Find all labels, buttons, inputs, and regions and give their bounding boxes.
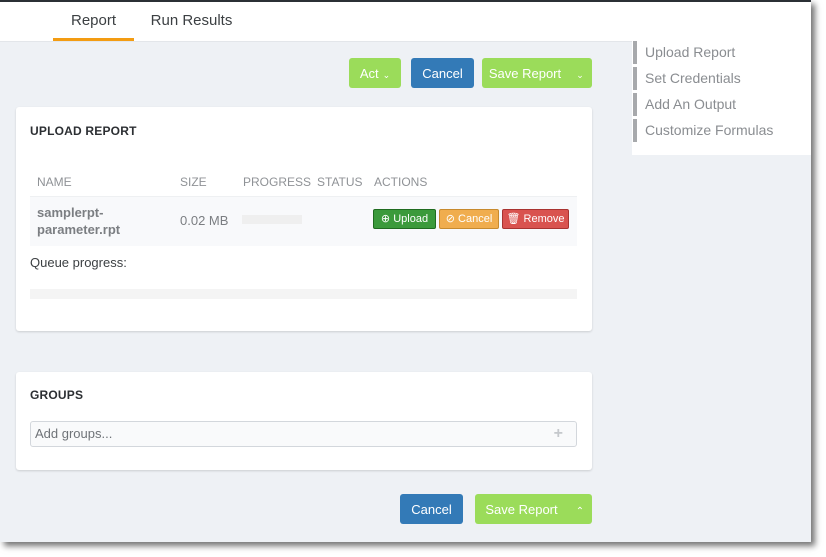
ban-icon: ⊘ <box>445 213 455 225</box>
file-size: 0.02 MB <box>180 213 229 228</box>
column-header-status: STATUS <box>317 175 363 189</box>
file-progress-bar <box>242 215 302 224</box>
chevron-up-icon: ⌃ <box>575 505 585 517</box>
nav-add-output[interactable]: Add An Output <box>633 93 805 116</box>
save-report-label: Save Report <box>488 65 562 81</box>
chevron-down-icon: ⌄ <box>576 69 584 80</box>
tab-report[interactable]: Report <box>53 2 134 41</box>
footer-save-label: Save Report <box>485 501 558 517</box>
cancel-file-label: Cancel <box>458 213 493 225</box>
cancel-file-button[interactable]: ⊘ Cancel <box>439 209 499 229</box>
upload-label: Upload <box>393 213 429 225</box>
section-nav: Upload Report Set Credentials Add An Out… <box>632 40 811 155</box>
column-header-progress: PROGRESS <box>243 175 312 189</box>
remove-label: Remove <box>523 213 565 225</box>
chevron-down-icon: ⌄ <box>382 69 391 80</box>
plus-circle-icon: ⊕ <box>380 213 391 225</box>
upload-report-card: UPLOAD REPORT NAME SIZE PROGRESS STATUS … <box>16 107 592 331</box>
act-label: Act <box>359 65 379 81</box>
footer-cancel-button[interactable]: Cancel <box>400 494 463 524</box>
footer-cancel-label: Cancel <box>411 501 452 517</box>
file-name-line2: parameter.rpt <box>37 222 121 237</box>
cancel-button[interactable]: Cancel <box>411 58 474 88</box>
plus-icon[interactable]: + <box>554 422 563 446</box>
groups-card: GROUPS Add groups... + <box>16 372 592 470</box>
tab-bar: Report Run Results <box>0 2 811 42</box>
nav-set-credentials[interactable]: Set Credentials <box>633 67 805 90</box>
nav-upload-report[interactable]: Upload Report <box>633 41 805 64</box>
groups-title: GROUPS <box>30 388 84 402</box>
queue-progress-bar <box>30 289 577 299</box>
footer-save-options-button[interactable]: ⌃ <box>568 494 592 524</box>
footer-save-report-button[interactable]: Save Report <box>475 494 568 524</box>
groups-input[interactable]: Add groups... + <box>30 421 577 447</box>
upload-file-button[interactable]: ⊕ Upload <box>373 209 436 229</box>
cancel-label: Cancel <box>422 65 463 81</box>
tab-run-results[interactable]: Run Results <box>140 2 243 41</box>
file-name: samplerpt- parameter.rpt <box>37 204 120 238</box>
save-report-button[interactable]: Save Report <box>482 58 568 88</box>
queue-progress-label: Queue progress: <box>30 255 127 270</box>
column-header-name: NAME <box>37 175 72 189</box>
save-options-button[interactable]: ⌄ <box>568 58 592 88</box>
trash-icon: 🗑 <box>506 213 521 225</box>
remove-file-button[interactable]: 🗑 Remove <box>502 209 569 229</box>
upload-report-title: UPLOAD REPORT <box>30 124 137 138</box>
file-name-line1: samplerpt- <box>37 205 104 220</box>
column-header-size: SIZE <box>180 175 207 189</box>
act-dropdown-button[interactable]: Act ⌄ <box>349 58 401 88</box>
groups-placeholder: Add groups... <box>35 426 113 441</box>
column-header-actions: ACTIONS <box>374 175 428 189</box>
nav-customize-formulas[interactable]: Customize Formulas <box>633 119 805 142</box>
app-window: Report Run Results Act ⌄ Cancel Save Repo… <box>0 0 811 542</box>
